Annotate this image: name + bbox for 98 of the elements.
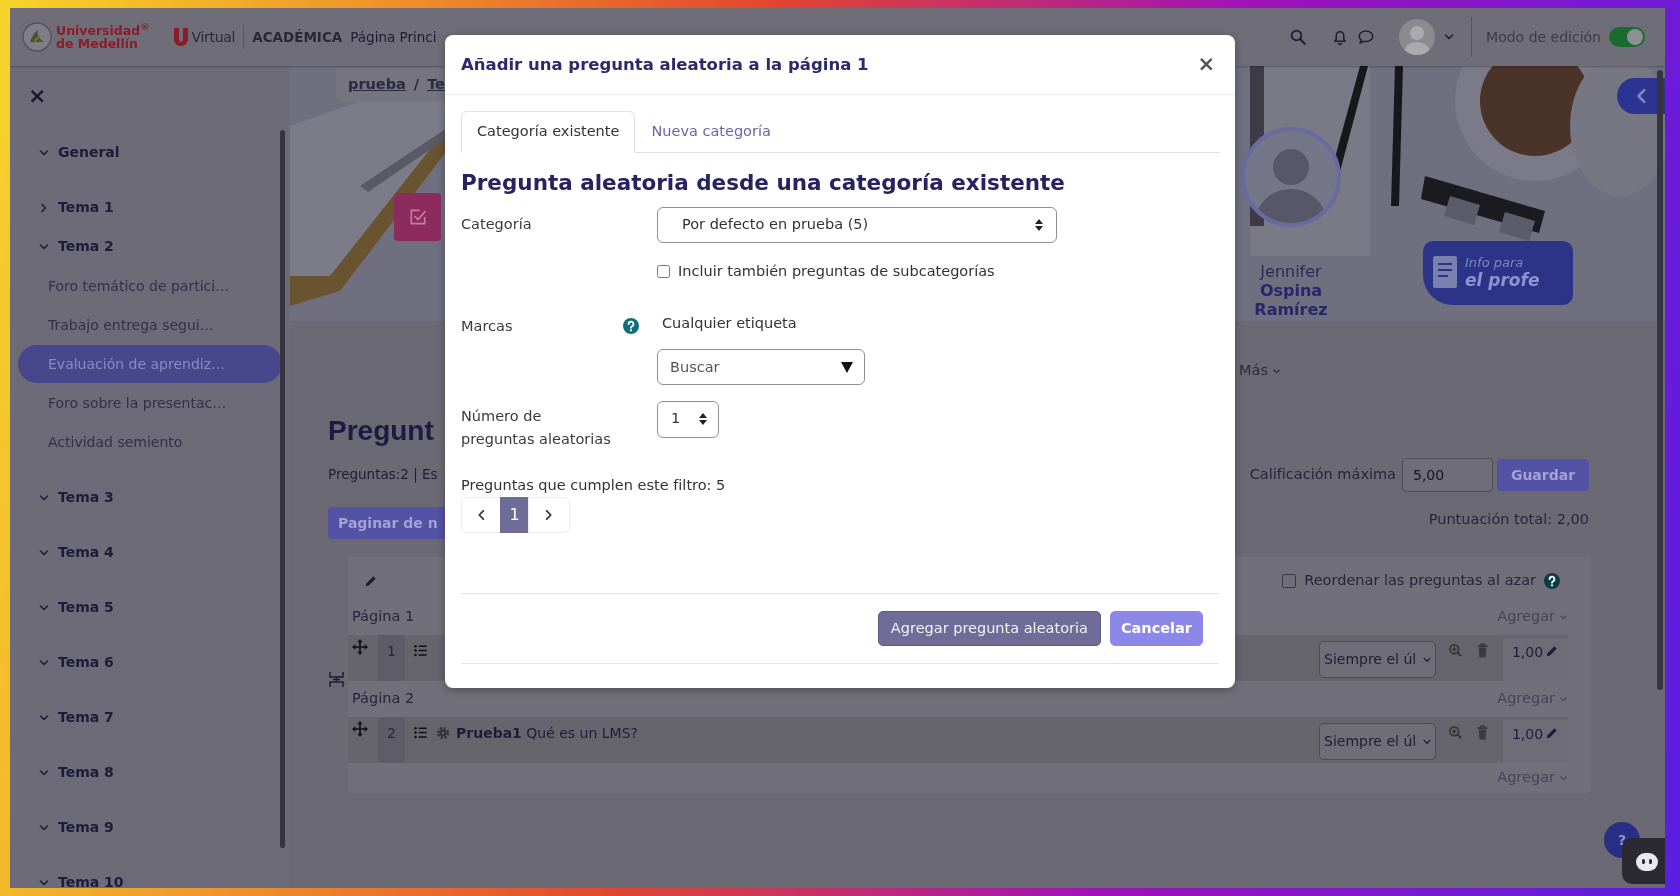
logo-text: de Medellín <box>56 37 139 50</box>
field-label: Número de preguntas aleatorias <box>461 406 612 449</box>
sort-arrows-icon <box>698 412 708 426</box>
field-label: Marcas <box>461 316 513 336</box>
chevron-down-icon <box>1559 773 1568 783</box>
sidebar-section[interactable]: Tema 4 <box>18 533 282 572</box>
avatar[interactable] <box>1399 19 1436 55</box>
question-mark-value: 1,00 <box>1511 643 1544 662</box>
pencil-icon[interactable] <box>1545 726 1560 740</box>
checkbox[interactable] <box>1282 574 1297 588</box>
list-icon <box>413 643 428 658</box>
save-button[interactable]: Guardar <box>1497 459 1589 491</box>
help-icon <box>623 318 639 334</box>
question-text: Prueba1 Qué es un LMS? <box>456 724 638 743</box>
more-menu[interactable]: Más <box>1239 360 1281 382</box>
zoom-icon[interactable] <box>1448 725 1463 740</box>
close-button[interactable]: × <box>28 84 47 108</box>
chevron-down-icon <box>1559 612 1568 622</box>
search-icon[interactable] <box>1289 28 1308 46</box>
sidebar-section[interactable]: Tema 2 <box>18 227 282 266</box>
tag-filter-value: Cualquier etiqueta <box>661 313 798 333</box>
sidebar-item[interactable]: Foro sobre la presentac… <box>18 384 282 422</box>
cancel-button[interactable]: Cancelar <box>1109 611 1203 646</box>
list-icon <box>413 725 428 740</box>
question-number: 2 <box>378 717 405 763</box>
sidebar-section[interactable]: Tema 1 <box>18 188 282 227</box>
requeue-select[interactable]: Siempre el úl <box>1319 641 1436 678</box>
sidebar-section[interactable]: Tema 10 <box>18 863 282 888</box>
breadcrumb-separator: / <box>413 75 420 95</box>
page-heading: Pregunt <box>328 414 435 448</box>
sidebar-section[interactable]: Tema 8 <box>18 753 282 792</box>
sidebar-item[interactable]: Evaluación de aprendiz… <box>18 345 282 383</box>
dropdown-arrow-icon <box>841 361 853 373</box>
question-number: 1 <box>378 635 405 681</box>
section-label: ACADÉMICA <box>252 27 343 47</box>
quiz-summary: Preguntas:2 | Es <box>328 465 439 483</box>
page-label: Página 2 <box>352 689 415 709</box>
edit-mode-switch[interactable] <box>1609 27 1645 47</box>
chat-icon[interactable] <box>1357 28 1376 46</box>
page-number[interactable]: 1 <box>500 496 529 533</box>
field-label: Categoría <box>461 215 533 235</box>
dialog-title: Añadir una pregunta aleatoria a la página 1 <box>461 54 869 75</box>
nav-link[interactable]: Página Princi <box>350 26 437 48</box>
sidebar-section[interactable]: Tema 9 <box>18 808 282 847</box>
zoom-icon[interactable] <box>1448 643 1463 658</box>
trash-icon[interactable] <box>1476 643 1489 658</box>
checkbox-label: Incluir también preguntas de subcategorías <box>678 261 995 281</box>
robot-icon <box>1635 850 1659 872</box>
requeue-select[interactable]: Siempre el úl <box>1319 723 1436 760</box>
category-select[interactable]: Por defecto en prueba (5) <box>657 206 1057 243</box>
activity-button[interactable] <box>394 193 441 241</box>
sidebar-section[interactable]: Tema 5 <box>18 588 282 627</box>
info-banner-text: Info para <box>1465 256 1525 270</box>
sidebar-section[interactable]: Tema 7 <box>18 698 282 737</box>
page-label: Página 1 <box>352 607 415 627</box>
max-grade-label: Calificación máxima <box>1249 465 1396 485</box>
brand-label: Virtual <box>191 27 236 47</box>
question-mark-value: 1,00 <box>1511 725 1544 744</box>
gear-icon <box>436 726 450 740</box>
help-icon <box>1544 573 1560 589</box>
previous-page-button[interactable] <box>461 496 501 533</box>
section-heading: Pregunta aleatoria desde una categoría existente <box>461 168 1066 197</box>
chevron-down-icon <box>1272 366 1281 376</box>
u-logo-icon <box>173 28 188 46</box>
trash-icon[interactable] <box>1476 725 1489 740</box>
info-banner[interactable]: Info para el profe <box>1423 241 1573 305</box>
move-icon[interactable] <box>352 721 368 737</box>
sidebar-section[interactable]: General <box>18 133 282 172</box>
logo-emblem-icon <box>22 22 52 52</box>
teacher-last-name: Ospina Ramírez <box>1253 281 1329 319</box>
tag-search-field[interactable]: Buscar <box>657 348 865 385</box>
total-score: Puntuación total: 2,00 <box>1427 510 1589 529</box>
sidebar-item[interactable]: Actividad semiento <box>18 423 282 461</box>
breadcrumb-link[interactable]: Te <box>427 74 445 96</box>
close-button[interactable]: × <box>1195 54 1217 75</box>
sidebar-section[interactable]: Tema 3 <box>18 478 282 517</box>
repaginate-button[interactable]: Paginar de n <box>328 507 448 539</box>
sidebar-item[interactable]: Foro temático de partici… <box>18 267 282 305</box>
sidebar-item[interactable]: Trabajo entrega segui… <box>18 306 282 344</box>
max-grade-input[interactable]: 5,00 <box>1402 458 1493 492</box>
teacher-first-name: Jennifer <box>1258 262 1323 281</box>
info-banner-text: el profe <box>1465 270 1540 290</box>
sort-arrows-icon <box>1034 217 1044 232</box>
pencil-icon <box>364 574 378 588</box>
checkbox[interactable] <box>657 265 670 279</box>
move-icon[interactable] <box>352 639 368 655</box>
add-random-question-button[interactable]: Agregar pregunta aleatoria <box>877 611 1101 646</box>
logo-text: Universidad$^{®}$ <box>56 24 150 37</box>
number-select[interactable]: 1 <box>657 400 719 438</box>
sidebar-section[interactable]: Tema 6 <box>18 643 282 682</box>
pencil-icon[interactable] <box>1545 644 1560 658</box>
chevron-down-icon <box>1559 694 1568 704</box>
match-count: Preguntas que cumplen este filtro: 5 <box>461 475 727 495</box>
tab[interactable]: Nueva categoría <box>635 111 787 153</box>
tab[interactable]: Categoría existente <box>461 111 636 153</box>
breadcrumb-link[interactable]: prueba <box>348 74 406 96</box>
shuffle-label: Reordenar las preguntas al azar <box>1304 571 1536 591</box>
page-break-icon[interactable] <box>329 671 344 688</box>
